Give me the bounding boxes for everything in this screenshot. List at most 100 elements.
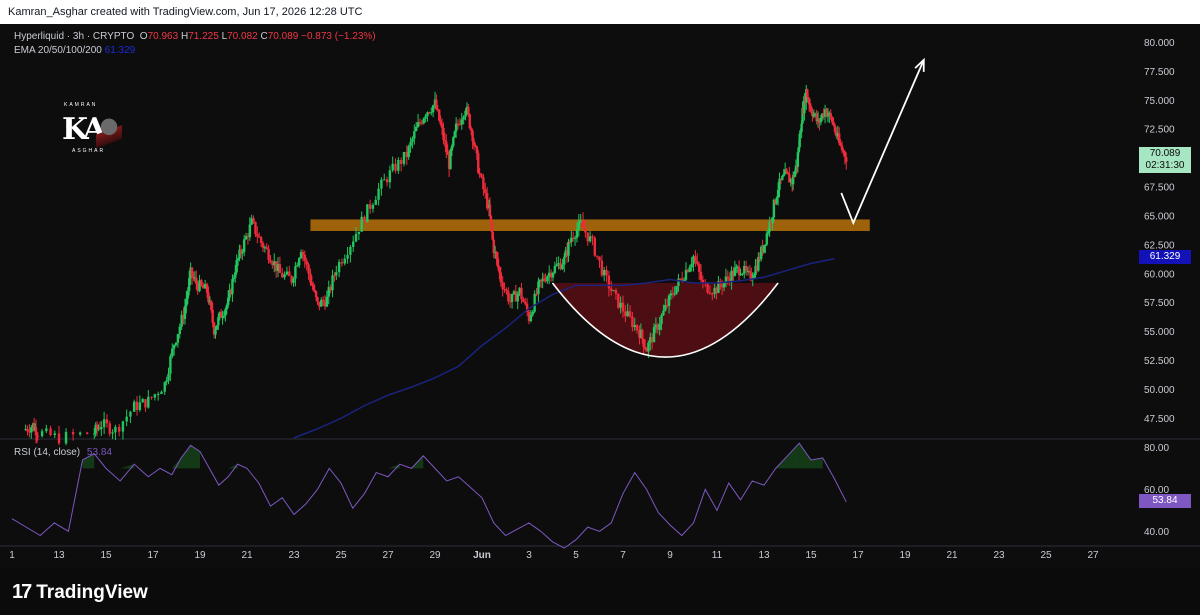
- bullish-candle: [224, 309, 227, 316]
- bullish-candle: [778, 178, 781, 190]
- bearish-candle: [210, 301, 213, 310]
- bullish-candle: [377, 188, 380, 200]
- bearish-candle: [340, 262, 344, 264]
- bullish-candle: [156, 394, 160, 396]
- bullish-candle: [688, 267, 691, 272]
- bearish-candle: [694, 256, 697, 262]
- bullish-candle: [561, 264, 564, 270]
- bearish-candle: [472, 141, 476, 145]
- bearish-candle: [643, 347, 647, 349]
- bullish-candle: [775, 197, 778, 204]
- bearish-candle: [785, 169, 788, 173]
- logo-bottom-text: ASGHAR: [72, 148, 106, 154]
- bullish-candle: [343, 258, 346, 264]
- bearish-candle: [281, 272, 284, 278]
- bullish-candle: [567, 241, 570, 256]
- time-axis-tick: 23: [993, 550, 1005, 561]
- bearish-candle: [71, 431, 75, 435]
- bearish-candle: [568, 241, 572, 243]
- bearish-candle: [394, 163, 397, 171]
- bullish-candle: [776, 189, 780, 198]
- bullish-candle: [667, 295, 671, 307]
- bullish-candle: [40, 431, 44, 437]
- bearish-candle: [254, 221, 257, 235]
- rsi-overbought-fill: [181, 445, 191, 469]
- bearish-candle: [117, 426, 121, 432]
- bullish-candle: [391, 163, 394, 171]
- bullish-candle: [402, 151, 406, 164]
- bullish-candle: [165, 380, 168, 383]
- bullish-candle: [575, 229, 579, 238]
- chart-legend: Hyperliquid · 3h · CRYPTO O70.963 H71.22…: [14, 30, 376, 58]
- time-axis-tick: 25: [1040, 550, 1052, 561]
- bearish-candle: [36, 435, 40, 437]
- bullish-candle: [335, 272, 338, 276]
- price-axis-tick: 52.500: [1144, 356, 1175, 367]
- bullish-candle: [215, 325, 219, 330]
- bullish-candle: [563, 256, 566, 265]
- ema-label[interactable]: EMA 20/50/100/200: [14, 45, 102, 56]
- symbol-label[interactable]: Hyperliquid · 3h · CRYPTO: [14, 31, 134, 42]
- price-axis-tick: 47.500: [1144, 414, 1175, 425]
- bullish-candle: [227, 297, 230, 306]
- time-axis-tick: 27: [382, 550, 394, 561]
- bearish-candle: [809, 106, 813, 112]
- bullish-candle: [453, 131, 456, 138]
- bullish-candle: [366, 204, 369, 223]
- bullish-candle: [647, 342, 650, 352]
- bullish-candle: [464, 110, 467, 117]
- rsi-axis-tick: 80.00: [1144, 443, 1169, 454]
- bearish-candle: [399, 159, 403, 164]
- chart-area[interactable]: 80.00077.50075.00072.50070.00067.50065.0…: [0, 24, 1200, 568]
- price-axis-tick: 67.500: [1144, 183, 1175, 194]
- bearish-candle: [200, 280, 203, 286]
- bullish-candle: [171, 348, 174, 357]
- time-axis-tick: 13: [53, 550, 65, 561]
- bearish-candle: [593, 237, 596, 256]
- bullish-candle: [167, 373, 170, 381]
- bearish-candle: [786, 172, 790, 175]
- bullish-candle: [733, 268, 737, 276]
- bullish-candle: [652, 327, 656, 343]
- bullish-candle: [588, 236, 592, 242]
- time-axis-tick: 19: [899, 550, 911, 561]
- rsi-overbought-fill: [799, 443, 811, 469]
- bearish-candle: [440, 124, 444, 128]
- ema-row: EMA 20/50/100/200 61.329: [14, 44, 376, 58]
- bullish-candle: [533, 293, 536, 312]
- ema-value: 61.329: [104, 45, 136, 56]
- bullish-candle: [798, 133, 801, 148]
- bullish-candle: [129, 411, 132, 417]
- price-axis-tick: 57.500: [1144, 298, 1175, 309]
- bullish-candle: [374, 199, 377, 205]
- bearish-candle: [480, 174, 483, 178]
- bullish-candle: [232, 277, 236, 280]
- bearish-candle: [57, 433, 61, 444]
- bearish-candle: [288, 271, 291, 277]
- ema-price-tag: 61.329: [1139, 250, 1191, 264]
- bearish-candle: [474, 144, 477, 147]
- bullish-candle: [752, 275, 756, 278]
- bearish-candle: [333, 275, 336, 277]
- bullish-candle: [296, 265, 299, 267]
- bullish-candle: [424, 116, 427, 119]
- bullish-candle: [111, 432, 114, 434]
- bullish-candle: [225, 305, 228, 310]
- price-chart[interactable]: 80.00077.50075.00072.50070.00067.50065.0…: [0, 24, 1200, 568]
- bullish-candle: [430, 112, 433, 114]
- bearish-candle: [498, 267, 501, 273]
- bearish-candle: [600, 260, 604, 276]
- bearish-candle: [839, 143, 842, 146]
- bullish-candle: [138, 402, 142, 411]
- bearish-candle: [838, 133, 841, 144]
- bearish-candle: [475, 146, 479, 154]
- bullish-candle: [236, 258, 240, 261]
- bullish-candle: [765, 233, 769, 245]
- time-axis-tick: 7: [620, 550, 626, 561]
- bearish-candle: [499, 272, 502, 283]
- rsi-label[interactable]: RSI (14, close): [14, 447, 80, 458]
- bearish-candle: [471, 130, 474, 142]
- bearish-candle: [496, 258, 500, 268]
- tradingview-logo[interactable]: 17 TradingView: [12, 581, 148, 604]
- bearish-candle: [207, 292, 210, 303]
